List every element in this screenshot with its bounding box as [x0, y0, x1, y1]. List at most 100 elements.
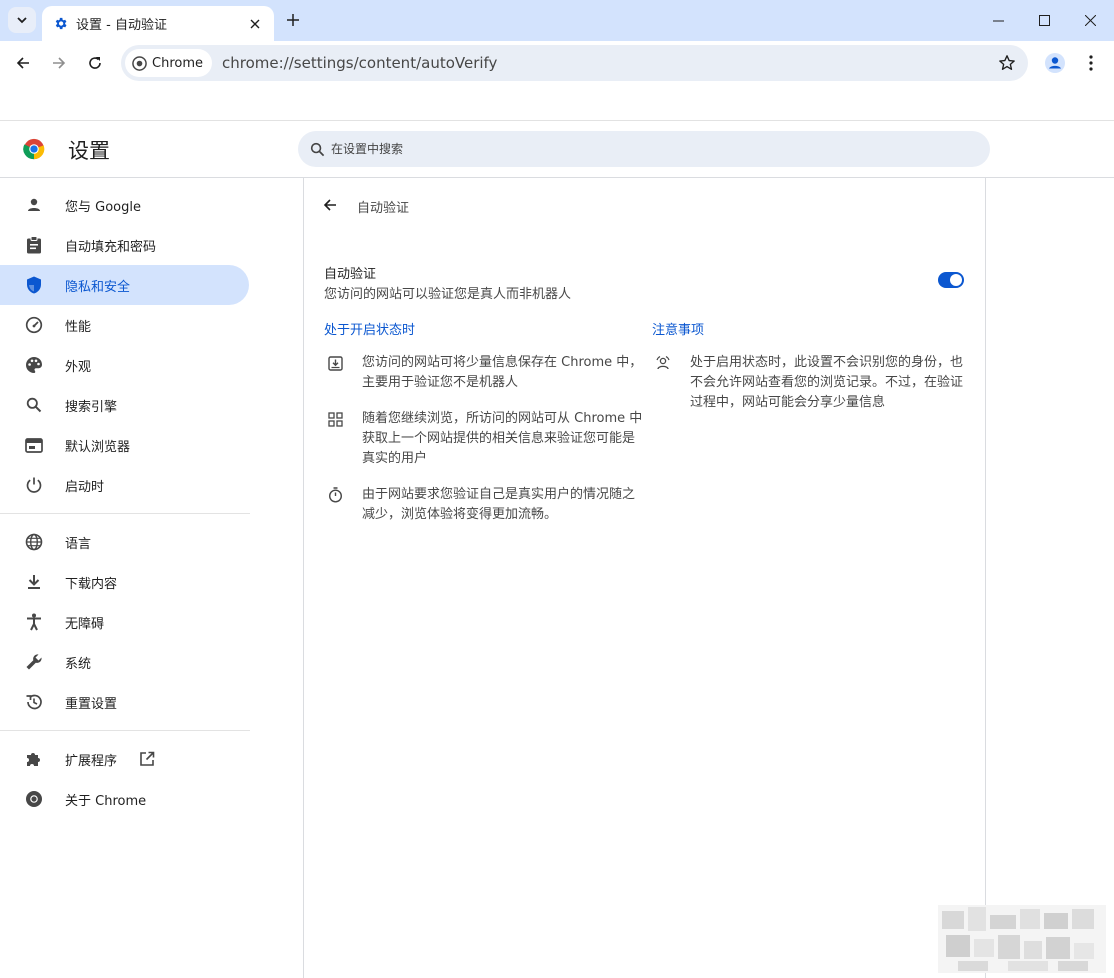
address-bar[interactable]: Chrome chrome://settings/content/autoVer…	[121, 45, 1028, 81]
clipboard-icon	[24, 235, 44, 255]
sidebar-item-extensions[interactable]: 扩展程序	[0, 739, 249, 779]
globe-icon	[24, 532, 44, 552]
active-tab[interactable]: 设置 - 自动验证	[42, 6, 274, 41]
shield-icon	[24, 275, 44, 295]
download-icon	[24, 572, 44, 592]
close-icon	[1084, 14, 1096, 26]
tab-strip: 设置 - 自动验证	[0, 0, 1114, 41]
plus-icon	[287, 14, 299, 26]
sidebar-item-languages[interactable]: 语言	[0, 522, 249, 562]
info-text: 您访问的网站可将少量信息保存在 Chrome 中，主要用于验证您不是机器人	[362, 355, 643, 390]
reload-icon	[89, 57, 101, 69]
kebab-menu-icon	[1089, 55, 1093, 71]
sidebar-item-privacy[interactable]: 隐私和安全	[0, 265, 249, 305]
settings-search-box[interactable]	[298, 131, 990, 167]
close-window-button[interactable]	[1067, 0, 1113, 40]
open-in-new-icon	[139, 751, 155, 767]
info-text: 由于网站要求您验证自己是真实用户的情况随之减少，浏览体验将变得更加流畅。	[362, 487, 636, 522]
info-item: 随着您继续浏览，所访问的网站可从 Chrome 中获取上一个网站提供的相关信息来…	[326, 409, 644, 469]
minimize-icon	[992, 20, 1004, 21]
sidebar-item-label: 搜索引擎	[65, 399, 118, 415]
site-chip-label: Chrome	[152, 55, 203, 71]
sidebar-item-reset[interactable]: 重置设置	[0, 682, 249, 722]
sidebar-item-label: 启动时	[65, 479, 105, 495]
sidebar-item-label: 语言	[65, 536, 92, 552]
sidebar-divider	[0, 730, 250, 731]
grid-icon	[326, 410, 344, 428]
accessibility-icon	[24, 612, 44, 632]
toggle-sublabel: 您访问的网站可以验证您是真人而非机器人	[324, 287, 572, 302]
toggle-knob	[950, 274, 962, 286]
power-icon	[24, 475, 44, 495]
chrome-icon	[24, 789, 44, 809]
chevron-down-icon	[17, 17, 27, 24]
when-on-heading: 处于开启状态时	[324, 323, 416, 338]
settings-search-input[interactable]	[331, 142, 931, 156]
minimize-button[interactable]	[975, 0, 1021, 40]
toggle-label: 自动验证	[324, 267, 377, 282]
sidebar-divider	[0, 513, 250, 514]
back-button[interactable]	[320, 195, 340, 215]
sidebar-item-search-engine[interactable]: 搜索引擎	[0, 385, 249, 425]
sidebar-item-label: 性能	[65, 319, 92, 335]
sidebar-item-you-and-google[interactable]: 您与 Google	[0, 185, 249, 225]
auto-verify-toggle[interactable]	[938, 272, 964, 288]
sidebar-item-autofill[interactable]: 自动填充和密码	[0, 225, 249, 265]
chrome-logo-icon	[23, 138, 45, 160]
back-nav-button[interactable]	[9, 49, 37, 77]
sidebar-item-accessibility[interactable]: 无障碍	[0, 602, 249, 642]
sidebar-item-label: 关于 Chrome	[65, 793, 147, 809]
search-icon	[310, 142, 325, 156]
sidebar-item-about-chrome[interactable]: 关于 Chrome	[0, 779, 249, 819]
site-info-chip[interactable]: Chrome	[125, 49, 212, 77]
avatar-icon	[1045, 53, 1065, 73]
sidebar-item-label: 系统	[65, 656, 92, 672]
sidebar-item-label: 重置设置	[65, 696, 118, 712]
arrow-left-icon	[323, 199, 336, 211]
url-text[interactable]: chrome://settings/content/autoVerify	[222, 54, 497, 72]
info-text: 处于启用状态时，此设置不会识别您的身份，也不会允许网站查看您的浏览记录。不过，在…	[690, 355, 964, 410]
arrow-right-icon	[53, 57, 66, 69]
bookmark-star-icon[interactable]	[998, 54, 1016, 72]
page-title: 设置	[68, 139, 110, 163]
forward-nav-button[interactable]	[45, 49, 73, 77]
sidebar-item-label: 自动填充和密码	[65, 239, 157, 255]
browser-window-icon	[24, 435, 44, 455]
maximize-icon	[1038, 14, 1050, 26]
menu-button[interactable]	[1077, 49, 1105, 77]
puzzle-icon	[24, 749, 44, 769]
info-item: 处于启用状态时，此设置不会识别您的身份，也不会允许网站查看您的浏览记录。不过，在…	[654, 353, 966, 413]
arrow-left-icon	[16, 57, 29, 69]
tab-search-button[interactable]	[8, 7, 36, 33]
sidebar: 您与 Google 自动填充和密码 隐私和安全 性能 外观 搜索引擎 默认浏览器…	[0, 178, 260, 978]
sidebar-item-on-startup[interactable]: 启动时	[0, 465, 249, 505]
sidebar-item-label: 外观	[65, 359, 92, 375]
bookmarks-spacer	[0, 85, 1114, 121]
new-tab-button[interactable]	[282, 9, 304, 31]
reload-button[interactable]	[81, 49, 109, 77]
considerations-heading: 注意事项	[652, 323, 705, 338]
maximize-button[interactable]	[1021, 0, 1067, 40]
sidebar-item-performance[interactable]: 性能	[0, 305, 249, 345]
sidebar-item-system[interactable]: 系统	[0, 642, 249, 682]
palette-icon	[24, 355, 44, 375]
sidebar-item-downloads[interactable]: 下载内容	[0, 562, 249, 602]
sidebar-item-label: 无障碍	[65, 616, 105, 632]
sidebar-item-default-browser[interactable]: 默认浏览器	[0, 425, 249, 465]
settings-gear-icon	[52, 16, 68, 32]
info-item: 您访问的网站可将少量信息保存在 Chrome 中，主要用于验证您不是机器人	[326, 353, 644, 393]
person-icon	[24, 195, 44, 215]
profile-button[interactable]	[1041, 49, 1069, 77]
save-box-icon	[326, 354, 344, 372]
toolbar: Chrome chrome://settings/content/autoVer…	[0, 41, 1114, 85]
sidebar-item-label: 下载内容	[65, 576, 118, 592]
tab-title: 设置 - 自动验证	[76, 18, 167, 33]
sidebar-item-label: 默认浏览器	[65, 439, 131, 455]
sidebar-item-label: 您与 Google	[65, 199, 141, 215]
history-icon	[24, 692, 44, 712]
timer-icon	[326, 486, 344, 504]
chrome-logo-icon	[132, 55, 147, 71]
sidebar-item-appearance[interactable]: 外观	[0, 345, 249, 385]
close-tab-icon[interactable]	[246, 15, 264, 33]
privacy-person-icon	[654, 354, 672, 372]
